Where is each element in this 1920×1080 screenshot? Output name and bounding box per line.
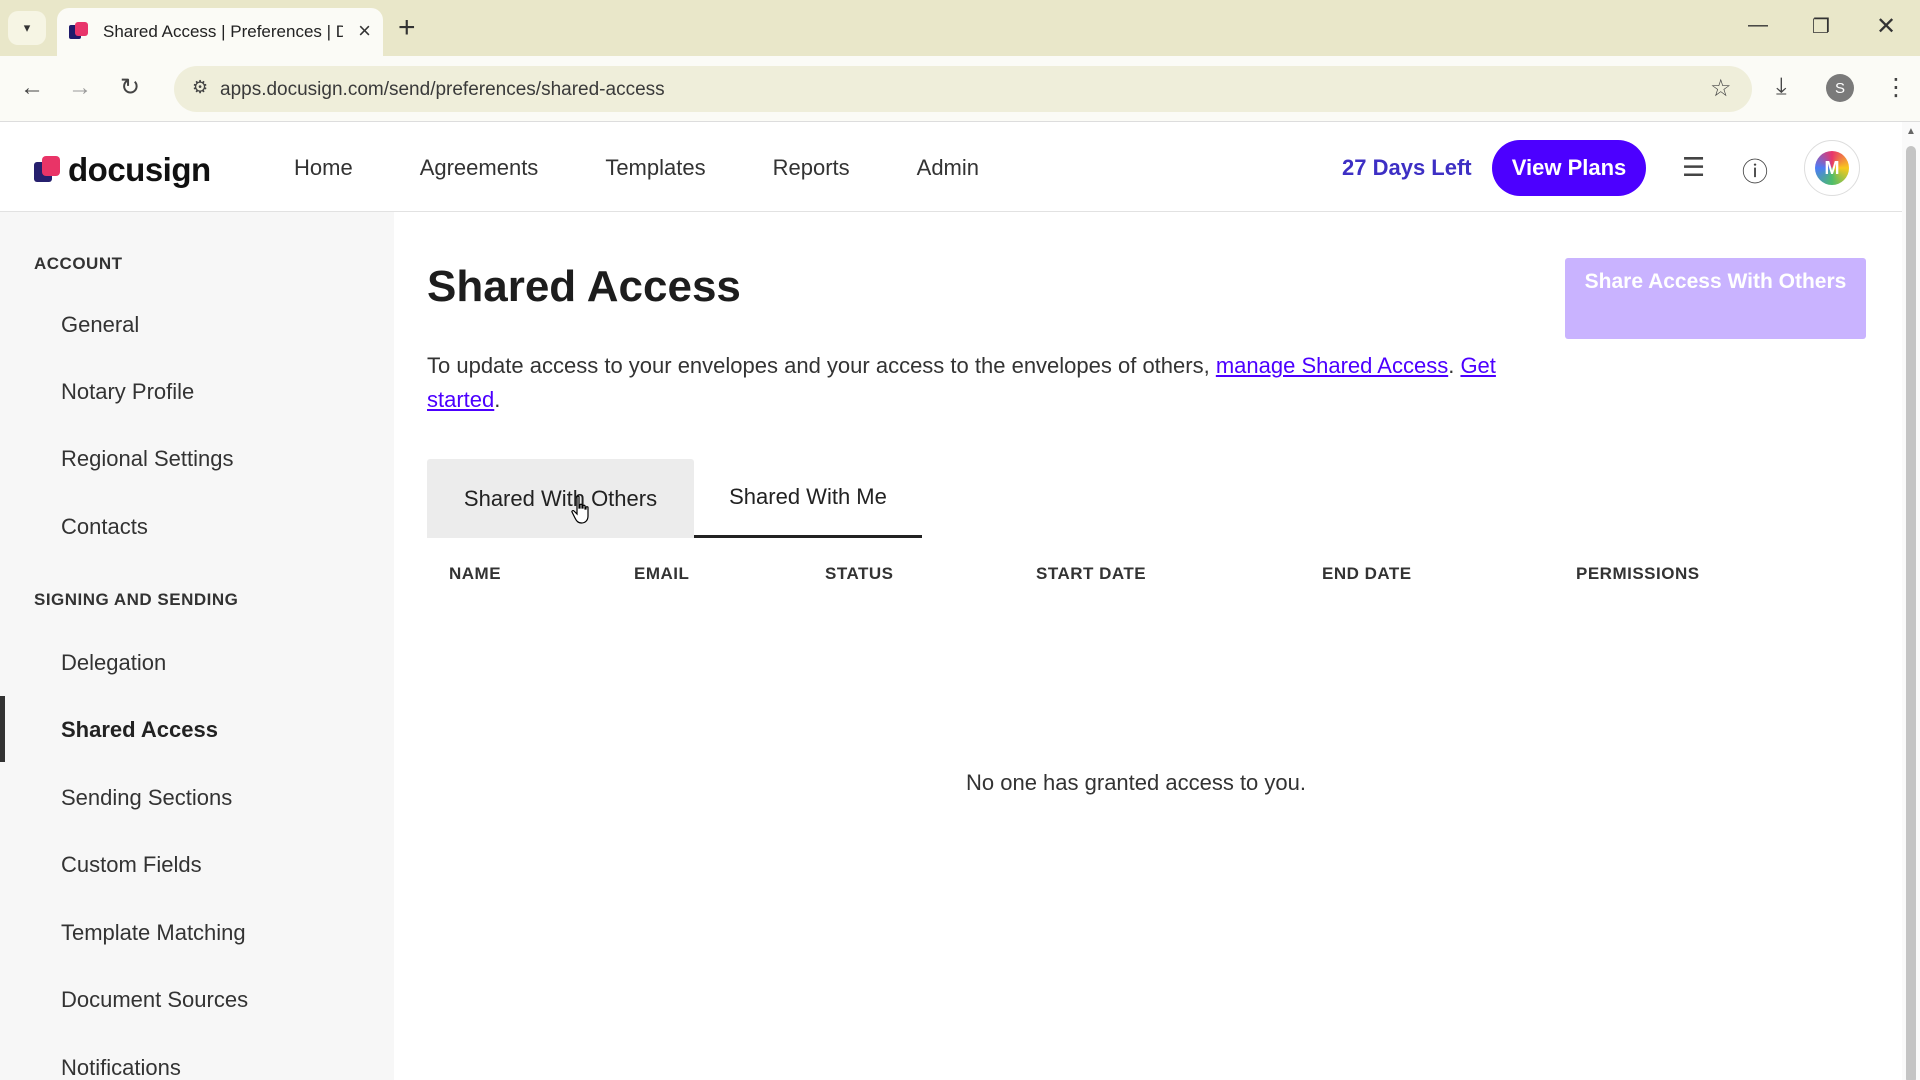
sidebar-heading-signing: SIGNING AND SENDING (34, 590, 239, 609)
minimize-icon[interactable]: — (1748, 14, 1768, 37)
address-bar[interactable]: ⚙ apps.docusign.com/send/preferences/sha… (174, 66, 1752, 112)
page-scrollbar[interactable]: ▲ (1902, 122, 1920, 1080)
browser-profile-avatar[interactable]: S (1826, 74, 1854, 102)
help-icon[interactable]: ⓘ (1742, 152, 1768, 189)
nav-agreements[interactable]: Agreements (420, 155, 539, 181)
browser-menu-icon[interactable]: ⋮ (1884, 73, 1908, 102)
main-nav: Home Agreements Templates Reports Admin (294, 155, 1046, 181)
sidebar-item-document-sources[interactable]: Document Sources (61, 987, 248, 1013)
back-arrow-icon[interactable]: ← (20, 74, 44, 102)
new-tab-icon[interactable]: + (398, 13, 416, 43)
sidebar-item-template-matching[interactable]: Template Matching (61, 920, 246, 946)
docusign-favicon-icon (69, 22, 89, 42)
sidebar-item-notary-profile[interactable]: Notary Profile (61, 379, 194, 405)
site-info-icon[interactable]: ⚙ (192, 77, 208, 98)
column-header-end-date[interactable]: END DATE (1322, 564, 1412, 584)
settings-sidebar: ACCOUNT General Notary Profile Regional … (0, 212, 394, 1080)
column-header-name[interactable]: NAME (449, 564, 501, 584)
nav-admin[interactable]: Admin (917, 155, 979, 181)
trial-days-left[interactable]: 27 Days Left (1342, 155, 1472, 181)
browser-toolbar: ← → ↻ ⚙ apps.docusign.com/send/preferenc… (0, 56, 1920, 122)
hand-cursor-icon (571, 495, 589, 524)
sidebar-item-regional-settings[interactable]: Regional Settings (61, 446, 233, 472)
shared-access-tabs: Shared With Others Shared With Me (427, 459, 922, 538)
forward-arrow-icon[interactable]: → (68, 74, 92, 102)
chevron-down-icon: ▾ (23, 20, 31, 35)
sidebar-heading-account: ACCOUNT (34, 254, 123, 273)
browser-tab-title: Shared Access | Preferences | Do (103, 22, 343, 41)
sidebar-item-general[interactable]: General (61, 312, 139, 338)
bookmark-star-icon[interactable]: ☆ (1710, 74, 1732, 103)
column-header-status[interactable]: STATUS (825, 564, 893, 584)
tab-close-icon[interactable]: × (358, 20, 371, 42)
reload-icon[interactable]: ↻ (120, 74, 140, 102)
sidebar-item-notifications[interactable]: Notifications (61, 1055, 181, 1080)
nav-reports[interactable]: Reports (773, 155, 850, 181)
sidebar-item-custom-fields[interactable]: Custom Fields (61, 852, 202, 878)
nav-templates[interactable]: Templates (605, 155, 705, 181)
scroll-up-icon[interactable]: ▲ (1906, 126, 1916, 137)
url-text[interactable]: apps.docusign.com/send/preferences/share… (220, 79, 665, 101)
tab-shared-with-me[interactable]: Shared With Me (694, 459, 922, 538)
checklist-icon[interactable]: ☰ (1682, 152, 1705, 183)
share-access-button[interactable]: Share Access With Others (1565, 258, 1866, 339)
column-header-permissions[interactable]: PERMISSIONS (1576, 564, 1700, 584)
window-close-icon[interactable]: ✕ (1876, 12, 1896, 41)
column-header-start-date[interactable]: START DATE (1036, 564, 1146, 584)
sidebar-item-sending-sections[interactable]: Sending Sections (61, 785, 232, 811)
tab-search-button[interactable]: ▾ (8, 11, 46, 45)
page-description: To update access to your envelopes and y… (427, 353, 1496, 412)
tab-shared-with-others[interactable]: Shared With Others (427, 459, 694, 538)
page-title: Shared Access (427, 262, 741, 311)
scrollbar-thumb[interactable] (1906, 146, 1916, 1080)
app-header: docusign Home Agreements Templates Repor… (0, 122, 1902, 212)
browser-tab-strip: ▾ Shared Access | Preferences | Do × + —… (0, 0, 1920, 56)
browser-tab[interactable]: Shared Access | Preferences | Do × (57, 8, 383, 56)
view-plans-button[interactable]: View Plans (1492, 140, 1646, 196)
docusign-logo[interactable]: docusign (34, 151, 211, 189)
sidebar-item-shared-access[interactable]: Shared Access (61, 717, 218, 743)
docusign-logo-icon (34, 156, 62, 184)
sidebar-item-contacts[interactable]: Contacts (61, 514, 148, 540)
sidebar-active-indicator (0, 696, 5, 762)
empty-state-message: No one has granted access to you. (966, 770, 1306, 795)
column-header-email[interactable]: EMAIL (634, 564, 689, 584)
user-avatar[interactable]: M (1804, 140, 1860, 196)
manage-shared-access-link[interactable]: manage Shared Access (1216, 353, 1448, 378)
restore-icon[interactable]: ❐ (1812, 14, 1830, 39)
nav-home[interactable]: Home (294, 155, 353, 181)
download-icon[interactable]: ⤓ (1776, 73, 1787, 101)
sidebar-item-delegation[interactable]: Delegation (61, 650, 166, 676)
